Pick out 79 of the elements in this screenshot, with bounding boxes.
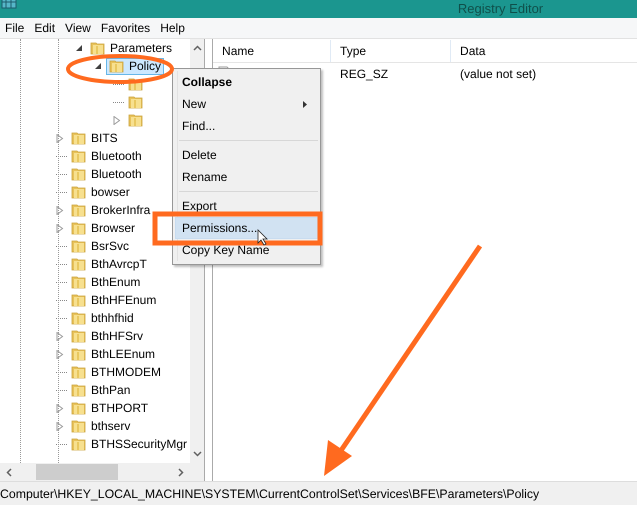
scroll-thumb[interactable] — [36, 464, 118, 480]
tree-item[interactable]: Parameters — [87, 40, 176, 56]
folder-icon — [71, 364, 87, 380]
folder-icon — [71, 436, 87, 452]
folder-icon — [71, 274, 87, 290]
app-icon — [0, 0, 18, 10]
collapsed-arrow-icon[interactable] — [113, 116, 121, 124]
scroll-left-icon[interactable] — [6, 468, 12, 476]
tree-item[interactable]: BthEnum — [68, 274, 144, 290]
folder-icon — [71, 184, 87, 200]
folder-icon — [71, 382, 87, 398]
collapsed-arrow-icon[interactable] — [56, 224, 64, 232]
menu-bar-item[interactable]: Edit — [30, 21, 62, 35]
window-title: Registry Editor — [458, 1, 544, 17]
menu-item[interactable]: Permissions... — [175, 217, 318, 239]
folder-icon — [71, 328, 87, 344]
tree-item[interactable]: BTHMODEM — [68, 364, 164, 380]
collapsed-arrow-icon[interactable] — [56, 422, 64, 430]
mouse-pointer-icon — [258, 229, 268, 246]
tree-item[interactable]: Bluetooth — [68, 166, 145, 182]
folder-icon — [71, 418, 87, 434]
folder-icon — [109, 58, 125, 74]
scroll-down-icon[interactable] — [192, 451, 202, 457]
folder-icon — [71, 238, 87, 254]
folder-icon — [71, 166, 87, 182]
tree-item[interactable]: BthPan — [68, 382, 134, 398]
menu-bar-item[interactable]: Favorites — [96, 21, 156, 35]
menu-item[interactable]: Rename — [175, 166, 318, 188]
tree-item[interactable]: BTHSSecurityMgr — [68, 436, 190, 452]
table-cell-text: (value not set) — [459, 67, 536, 81]
tree-item[interactable]: bthhfhid — [68, 310, 137, 326]
tree-item[interactable]: Browser — [68, 220, 138, 236]
folder-icon — [71, 256, 87, 272]
scroll-right-icon[interactable] — [178, 468, 184, 476]
folder-icon — [71, 202, 87, 218]
tree-item[interactable]: BITS — [68, 130, 121, 146]
menu-bar-item[interactable]: Help — [156, 21, 191, 35]
menu-bar-item[interactable]: File — [1, 21, 30, 35]
folder-icon — [90, 40, 106, 56]
collapsed-arrow-icon[interactable] — [56, 134, 64, 142]
tree-item[interactable]: BthLEEnum — [68, 346, 158, 362]
column-header[interactable]: Type — [331, 40, 452, 62]
expanded-arrow-icon[interactable] — [94, 62, 102, 70]
tree-item[interactable]: BsrSvc — [68, 238, 132, 254]
tree-item[interactable]: bthserv — [68, 418, 134, 434]
tree-item[interactable]: BthAvrcpT — [68, 256, 150, 272]
table-cell-text: REG_SZ — [339, 67, 390, 81]
column-header[interactable]: Name — [213, 40, 332, 62]
menu-item[interactable]: Delete — [175, 144, 318, 166]
column-header[interactable]: Data — [451, 40, 637, 62]
tree-item[interactable]: BthHFSrv — [68, 328, 146, 344]
menu-item[interactable]: Collapse — [175, 71, 318, 93]
folder-icon — [71, 148, 87, 164]
folder-icon — [71, 292, 87, 308]
folder-icon — [71, 400, 87, 416]
tree-item[interactable]: BthHFEnum — [68, 292, 160, 308]
folder-icon — [71, 130, 87, 146]
menu-item[interactable]: Find... — [175, 115, 318, 137]
menu-bar-item[interactable]: View — [61, 21, 97, 35]
folder-icon — [128, 94, 144, 110]
collapsed-arrow-icon[interactable] — [56, 404, 64, 412]
menu-item[interactable]: New — [175, 93, 318, 115]
submenu-arrow-icon — [303, 100, 307, 108]
tree-item[interactable]: Bluetooth — [68, 148, 145, 164]
folder-icon — [71, 310, 87, 326]
tree-item[interactable]: BTHPORT — [68, 400, 152, 416]
folder-icon — [128, 112, 144, 128]
expanded-arrow-icon[interactable] — [75, 44, 83, 52]
folder-icon — [71, 220, 87, 236]
status-bar: Computer\HKEY_LOCAL_MACHINE\SYSTEM\CurrentControlSet\Services\BFE\Parameters\Policy — [0, 481, 637, 505]
collapsed-arrow-icon[interactable] — [56, 350, 64, 358]
menu-item[interactable]: Copy Key Name — [175, 239, 318, 261]
collapsed-arrow-icon[interactable] — [56, 206, 64, 214]
menu-item[interactable]: Export — [175, 195, 318, 217]
scroll-up-icon[interactable] — [192, 45, 202, 51]
collapsed-arrow-icon[interactable] — [56, 332, 64, 340]
tree-item[interactable]: bowser — [68, 184, 133, 200]
folder-icon — [71, 346, 87, 362]
tree-item[interactable]: BrokerInfra — [68, 202, 154, 218]
